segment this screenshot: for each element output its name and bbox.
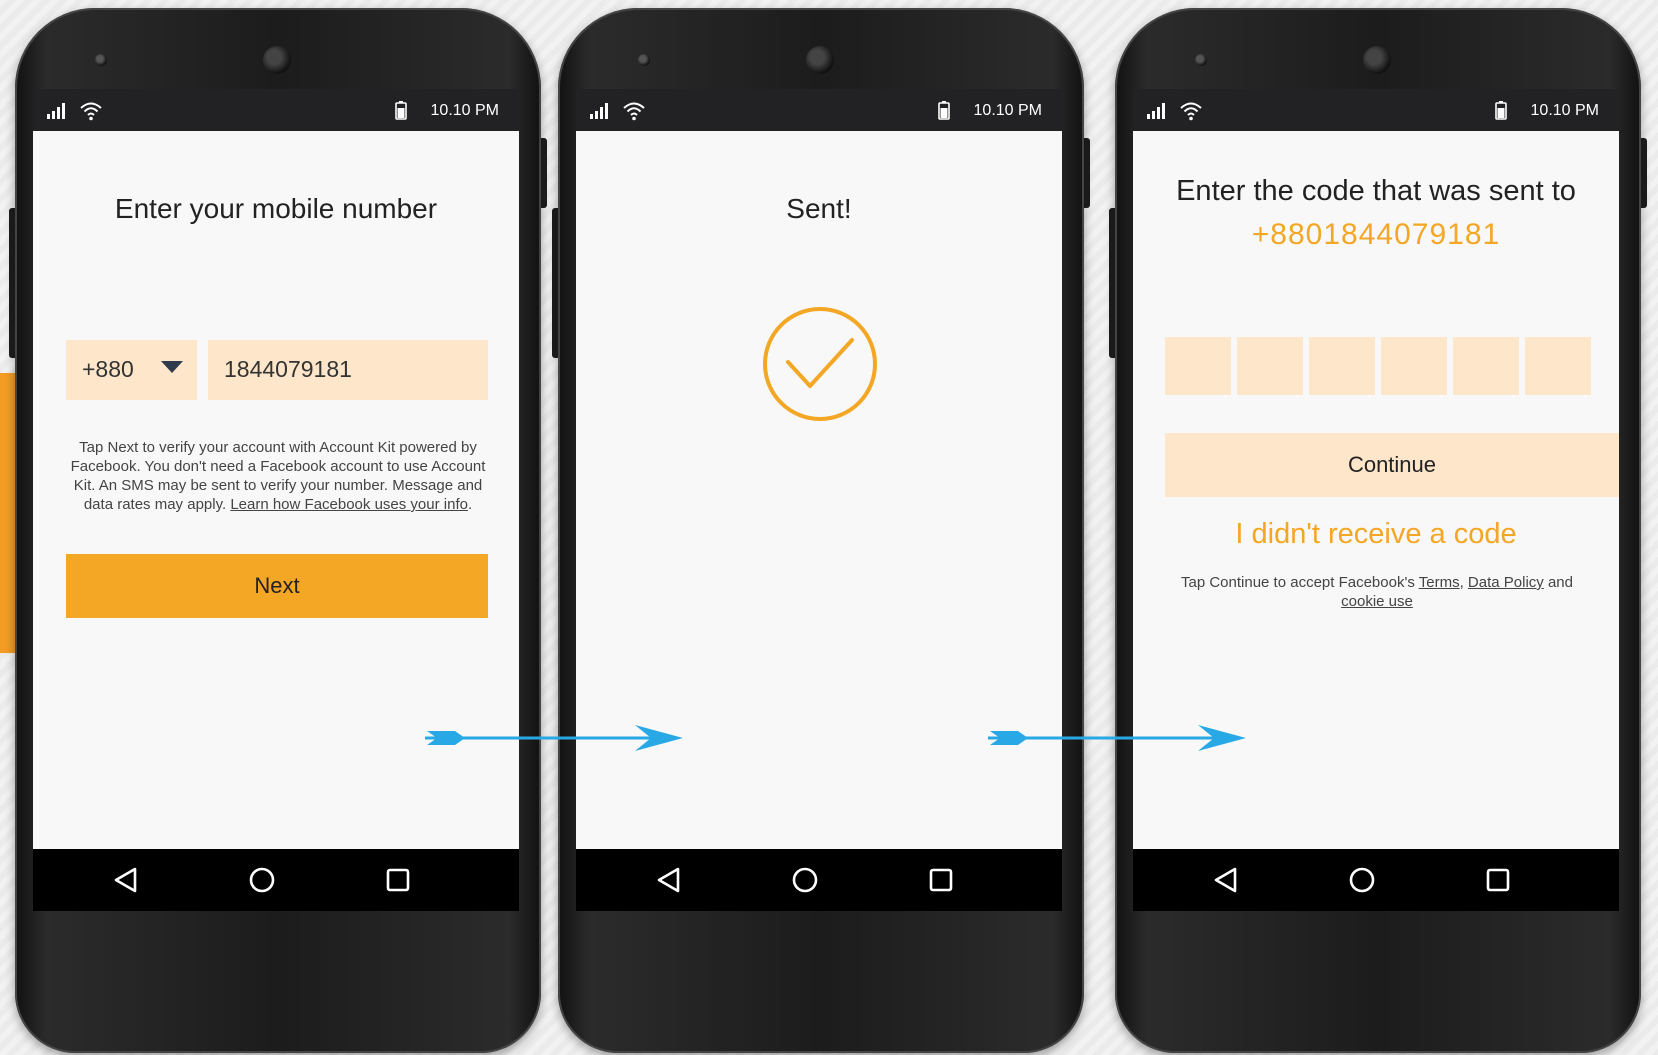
status-bar: 10.10 PM <box>576 89 1062 131</box>
navigation-bar <box>576 849 1062 911</box>
status-time: 10.10 PM <box>430 102 499 119</box>
recents-icon[interactable] <box>926 865 956 895</box>
code-digit-2[interactable] <box>1237 337 1303 395</box>
status-bar: 10.10 PM <box>1133 89 1619 131</box>
page-title: Enter your mobile number <box>114 193 438 224</box>
status-bar: 10.10 PM <box>33 89 519 131</box>
navigation-bar <box>33 849 519 911</box>
back-icon[interactable] <box>111 865 141 895</box>
front-camera <box>1195 54 1207 66</box>
volume-button <box>552 208 558 358</box>
wifi-icon <box>623 102 645 121</box>
chevron-down-icon <box>161 361 183 373</box>
terms-prefix: Tap Continue to accept Facebook's <box>1180 574 1419 591</box>
phone-screen-3: 10.10 PM Enter the code that was sent to… <box>1133 89 1619 911</box>
earpiece-speaker <box>806 46 834 74</box>
status-time: 10.10 PM <box>973 102 1042 119</box>
code-input-row <box>1165 337 1618 395</box>
power-button <box>1641 138 1647 208</box>
resend-code-link[interactable]: I didn't receive a code <box>1133 518 1619 551</box>
code-digit-3[interactable] <box>1309 337 1375 395</box>
phone-mockup-2: 10.10 PM Sent! <box>552 8 1090 1053</box>
front-camera <box>95 54 107 66</box>
signal-icon <box>47 103 65 119</box>
phone-mockup-3: 10.10 PM Enter the code that was sent to… <box>1109 8 1647 1053</box>
wifi-icon <box>1180 102 1202 121</box>
battery-icon <box>395 101 407 120</box>
terms-link[interactable]: Terms <box>1419 574 1460 591</box>
page-title: Enter the code that was sent to <box>1176 175 1576 207</box>
disclaimer-end: . <box>467 496 473 513</box>
recents-icon[interactable] <box>1483 865 1513 895</box>
phone-mockup-1: 10.10 PM Enter your mobile number +880 1… <box>9 8 547 1053</box>
terms-separator: , <box>1459 574 1468 591</box>
front-camera <box>638 54 650 66</box>
code-digit-4[interactable] <box>1381 337 1447 395</box>
battery-icon <box>1495 101 1507 120</box>
earpiece-speaker <box>263 46 291 74</box>
phone-number-value: 1844079181 <box>224 356 352 382</box>
status-time: 10.10 PM <box>1530 102 1599 119</box>
disclaimer-text: Tap Next to verify your account with Acc… <box>69 438 487 514</box>
wifi-icon <box>80 102 102 121</box>
checkmark-icon <box>763 307 877 421</box>
learn-more-link[interactable]: Learn how Facebook uses your info <box>230 496 468 513</box>
code-digit-5[interactable] <box>1453 337 1519 395</box>
back-icon[interactable] <box>1211 865 1241 895</box>
side-accent-bar <box>0 373 15 653</box>
recents-icon[interactable] <box>383 865 413 895</box>
phone-number-input[interactable]: 1844079181 <box>208 340 488 400</box>
power-button <box>1084 138 1090 208</box>
terms-and: and <box>1543 574 1573 591</box>
battery-icon <box>938 101 950 120</box>
next-button[interactable]: Next <box>66 554 488 618</box>
back-icon[interactable] <box>654 865 684 895</box>
home-icon[interactable] <box>1347 865 1377 895</box>
data-policy-link[interactable]: Data Policy <box>1468 574 1544 591</box>
country-code-value: +880 <box>82 356 134 382</box>
signal-icon <box>590 103 608 119</box>
country-code-select[interactable]: +880 <box>66 340 197 400</box>
code-digit-1[interactable] <box>1165 337 1231 395</box>
cookie-use-link[interactable]: cookie use <box>1341 593 1413 610</box>
sent-phone-number: +8801844079181 <box>1251 218 1501 251</box>
flow-arrow-1 <box>425 725 683 751</box>
page-title: Sent! <box>786 193 852 224</box>
phone-screen-2: 10.10 PM Sent! <box>576 89 1062 911</box>
home-icon[interactable] <box>790 865 820 895</box>
volume-button <box>1109 208 1115 358</box>
home-icon[interactable] <box>247 865 277 895</box>
power-button <box>541 138 547 208</box>
volume-button <box>9 208 15 358</box>
code-digit-6[interactable] <box>1525 337 1591 395</box>
terms-text: Tap Continue to accept Facebook's Terms,… <box>1163 573 1591 611</box>
continue-button[interactable]: Continue <box>1165 433 1619 497</box>
navigation-bar <box>1133 849 1619 911</box>
earpiece-speaker <box>1363 46 1391 74</box>
signal-icon <box>1147 103 1165 119</box>
flow-arrow-2 <box>988 725 1246 751</box>
phone-screen-1: 10.10 PM Enter your mobile number +880 1… <box>33 89 519 911</box>
